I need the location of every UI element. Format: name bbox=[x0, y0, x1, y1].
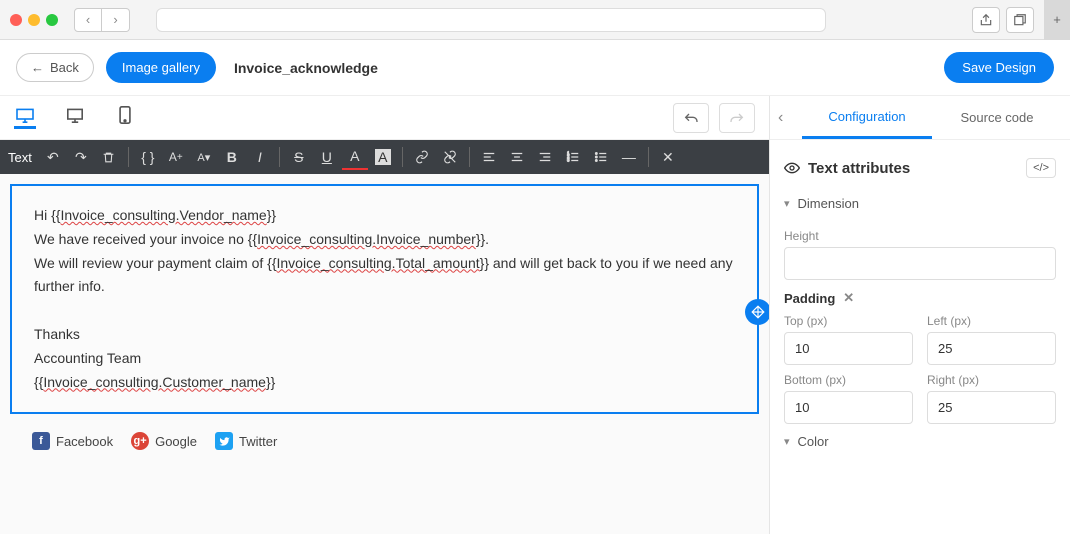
horizontal-rule-icon[interactable]: — bbox=[616, 144, 642, 170]
font-color-plus-icon[interactable]: A+ bbox=[163, 144, 189, 170]
arrow-left-icon: ← bbox=[31, 60, 44, 75]
align-left-icon[interactable] bbox=[476, 144, 502, 170]
canvas-column: Text ↶ ↷ { } A+ A▾ B I S U A A bbox=[0, 96, 770, 534]
underline-icon[interactable]: U bbox=[314, 144, 340, 170]
twitter-icon bbox=[215, 432, 233, 450]
font-size-icon[interactable]: A▾ bbox=[191, 144, 217, 170]
toolbar-label: Text bbox=[8, 150, 38, 165]
right-label: Right (px) bbox=[927, 373, 1056, 387]
facebook-icon: f bbox=[32, 432, 50, 450]
unordered-list-icon[interactable] bbox=[588, 144, 614, 170]
tab-configuration[interactable]: Configuration bbox=[802, 97, 932, 139]
content-team: Accounting Team bbox=[34, 347, 735, 371]
height-input[interactable] bbox=[784, 247, 1056, 280]
mobile-icon[interactable] bbox=[114, 107, 136, 129]
page-title: Invoice_acknowledge bbox=[234, 60, 378, 76]
url-bar[interactable] bbox=[156, 8, 826, 32]
undo-icon[interactable]: ↶ bbox=[40, 144, 66, 170]
italic-icon[interactable]: I bbox=[247, 144, 273, 170]
text-color-icon[interactable]: A bbox=[342, 144, 368, 170]
maximize-window-icon[interactable] bbox=[46, 14, 58, 26]
redo-icon[interactable]: ↷ bbox=[68, 144, 94, 170]
properties-panel: ‹ Configuration Source code Text attribu… bbox=[770, 96, 1070, 534]
desktop-icon[interactable] bbox=[64, 107, 86, 129]
strikethrough-icon[interactable]: S bbox=[286, 144, 312, 170]
ordered-list-icon[interactable]: 123 bbox=[560, 144, 586, 170]
padding-label: Padding bbox=[784, 291, 835, 306]
tab-source-code[interactable]: Source code bbox=[932, 98, 1062, 137]
back-label: Back bbox=[50, 60, 79, 75]
device-toolbar bbox=[0, 96, 769, 140]
panel-section-title: Text attributes bbox=[784, 160, 910, 177]
social-row: f Facebook g+ Google Twitter bbox=[10, 414, 759, 468]
app-header: ← Back Image gallery Invoice_acknowledge… bbox=[0, 40, 1070, 96]
chevron-down-icon: ▾ bbox=[784, 197, 790, 210]
save-design-button[interactable]: Save Design bbox=[944, 52, 1054, 83]
padding-right-input[interactable] bbox=[927, 391, 1056, 424]
tabs-icon[interactable] bbox=[1006, 7, 1034, 33]
panel-tabs: ‹ Configuration Source code bbox=[770, 96, 1070, 140]
accordion-color[interactable]: ▾ Color bbox=[784, 424, 1056, 459]
back-button[interactable]: ← Back bbox=[16, 53, 94, 82]
accordion-dimension[interactable]: ▾ Dimension bbox=[784, 186, 1056, 221]
undo-button[interactable] bbox=[673, 103, 709, 133]
height-label: Height bbox=[784, 229, 1056, 243]
browser-chrome: ‹ › + bbox=[0, 0, 1070, 40]
social-twitter[interactable]: Twitter bbox=[215, 432, 277, 450]
panel-back-button[interactable]: ‹ bbox=[778, 109, 802, 127]
redo-button[interactable] bbox=[719, 103, 755, 133]
highlight-icon[interactable]: A bbox=[370, 144, 396, 170]
new-tab-button[interactable]: + bbox=[1044, 0, 1070, 40]
padding-bottom-input[interactable] bbox=[784, 391, 913, 424]
clear-padding-button[interactable]: ✕ bbox=[843, 290, 854, 306]
link-icon[interactable] bbox=[409, 144, 435, 170]
padding-top-input[interactable] bbox=[784, 332, 913, 365]
chevron-down-icon: ▾ bbox=[784, 435, 790, 448]
clear-format-icon[interactable]: ✕ bbox=[655, 144, 681, 170]
text-block-selected[interactable]: Hi {{Invoice_consulting.Vendor_name}} We… bbox=[10, 184, 759, 414]
padding-left-input[interactable] bbox=[927, 332, 1056, 365]
share-icon[interactable] bbox=[972, 7, 1000, 33]
bold-icon[interactable]: B bbox=[219, 144, 245, 170]
bottom-label: Bottom (px) bbox=[784, 373, 913, 387]
close-window-icon[interactable] bbox=[10, 14, 22, 26]
image-gallery-button[interactable]: Image gallery bbox=[106, 52, 216, 83]
left-label: Left (px) bbox=[927, 314, 1056, 328]
social-facebook[interactable]: f Facebook bbox=[32, 432, 113, 450]
nav-forward-button[interactable]: › bbox=[102, 8, 130, 32]
desktop-wide-icon[interactable] bbox=[14, 107, 36, 129]
editor-canvas[interactable]: Hi {{Invoice_consulting.Vendor_name}} We… bbox=[0, 174, 769, 534]
text-toolbar: Text ↶ ↷ { } A+ A▾ B I S U A A bbox=[0, 140, 769, 174]
content-thanks: Thanks bbox=[34, 323, 735, 347]
unlink-icon[interactable] bbox=[437, 144, 463, 170]
content-line-1: Hi {{Invoice_consulting.Vendor_name}} bbox=[34, 204, 735, 228]
nav-back-button[interactable]: ‹ bbox=[74, 8, 102, 32]
minimize-window-icon[interactable] bbox=[28, 14, 40, 26]
align-right-icon[interactable] bbox=[532, 144, 558, 170]
google-plus-icon: g+ bbox=[131, 432, 149, 450]
content-line-2: We have received your invoice no {{Invoi… bbox=[34, 228, 735, 252]
trash-icon[interactable] bbox=[96, 144, 122, 170]
move-handle-icon[interactable] bbox=[745, 299, 769, 325]
content-line-3: We will review your payment claim of {{I… bbox=[34, 252, 735, 300]
svg-text:3: 3 bbox=[567, 158, 570, 163]
top-label: Top (px) bbox=[784, 314, 913, 328]
eye-icon bbox=[784, 160, 800, 176]
merge-tag-icon[interactable]: { } bbox=[135, 144, 161, 170]
align-center-icon[interactable] bbox=[504, 144, 530, 170]
code-toggle-button[interactable]: </> bbox=[1026, 158, 1056, 178]
social-google[interactable]: g+ Google bbox=[131, 432, 197, 450]
content-signature: {{Invoice_consulting.Customer_name}} bbox=[34, 371, 735, 395]
